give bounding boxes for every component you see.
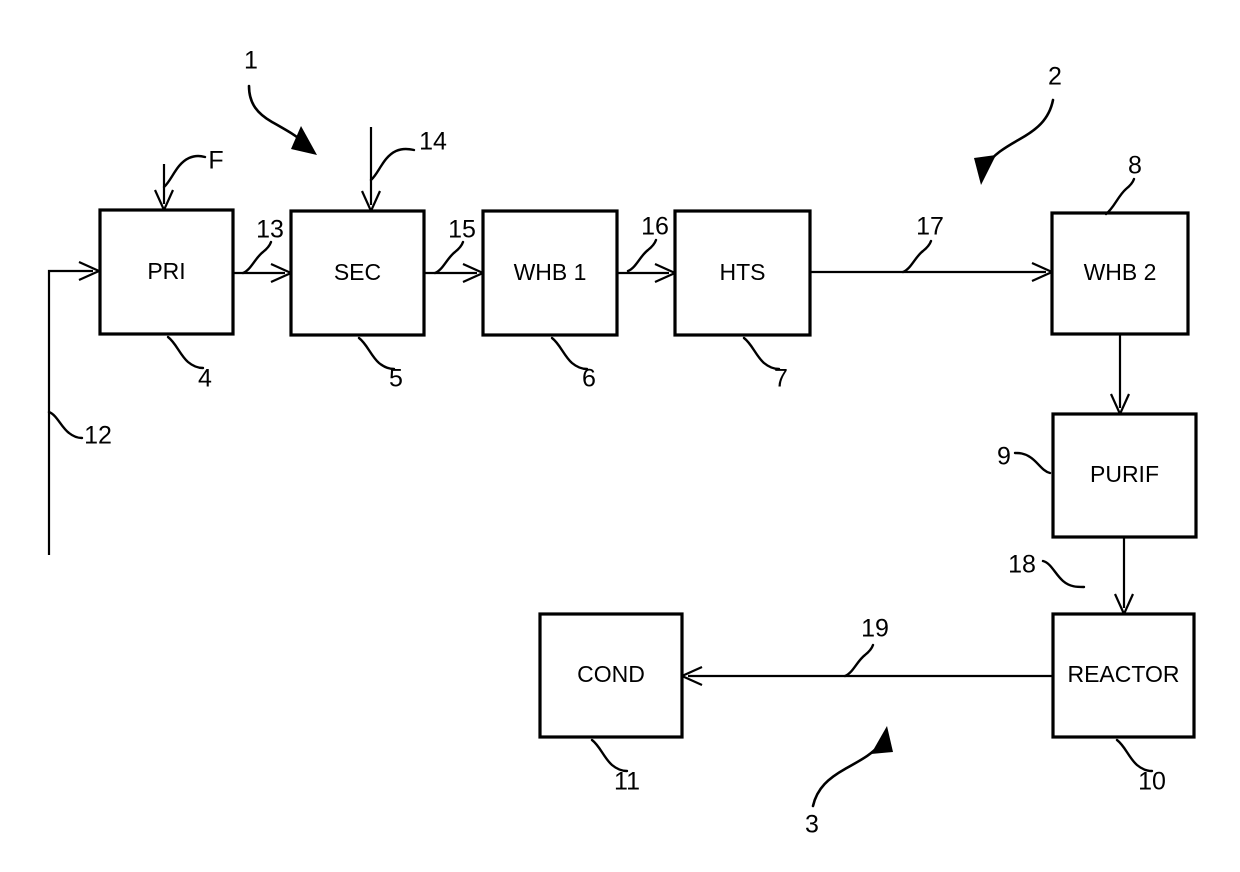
pointer-3-arrow — [811, 726, 893, 808]
stream-14-path — [360, 127, 382, 214]
stream-18-path — [1113, 537, 1135, 617]
stream-label-16: 16 — [641, 213, 669, 241]
leader-curve-10 — [1115, 738, 1154, 773]
unit-hts-label: HTS — [720, 259, 766, 285]
stream-label-15: 15 — [448, 216, 476, 244]
unit-cond[interactable]: COND — [538, 612, 684, 739]
stream-label-12: 12 — [84, 422, 112, 450]
stream-whb2-purif-path — [1109, 334, 1131, 417]
leader-curve-8 — [1104, 177, 1136, 216]
unit-purif-label: PURIF — [1090, 461, 1159, 487]
section-pointer-label-1: 1 — [244, 47, 258, 75]
pointer-2-arrow — [974, 98, 1055, 185]
section-pointer-label-2: 2 — [1048, 63, 1062, 91]
unit-ref-label-8: 8 — [1128, 152, 1142, 180]
leader-curve-19 — [843, 643, 875, 678]
stream-label-14: 14 — [419, 128, 447, 156]
unit-ref-label-6: 6 — [582, 365, 596, 393]
stream-label-13: 13 — [256, 216, 284, 244]
unit-sec-label: SEC — [334, 259, 381, 285]
stream-label-18: 18 — [1008, 551, 1036, 579]
unit-ref-label-7: 7 — [774, 365, 788, 393]
stream-13-path — [233, 262, 294, 284]
unit-purif[interactable]: PURIF — [1051, 412, 1198, 539]
stream-16-path — [617, 262, 678, 284]
section-pointer-label-3: 3 — [805, 811, 819, 839]
stream-label-17: 17 — [916, 213, 944, 241]
leader-curve-11 — [590, 738, 629, 773]
unit-sec[interactable]: SEC — [289, 209, 426, 337]
stream-label-19: 19 — [861, 615, 889, 643]
unit-ref-label-4: 4 — [198, 365, 212, 393]
unit-pri-label: PRI — [147, 258, 185, 284]
unit-ref-label-10: 10 — [1138, 768, 1166, 796]
leader-curve-14 — [369, 147, 416, 182]
unit-hts[interactable]: HTS — [673, 209, 812, 337]
unit-reactor[interactable]: REACTOR — [1051, 612, 1196, 739]
leader-curve-12 — [47, 410, 84, 440]
unit-pri[interactable]: PRI — [98, 208, 235, 336]
stream-15-path — [424, 262, 486, 284]
leader-curve-15 — [433, 240, 465, 275]
unit-whb1-label: WHB 1 — [514, 259, 587, 285]
leader-curve-17 — [901, 239, 933, 274]
stream-17-path — [810, 261, 1055, 283]
unit-ref-label-9: 9 — [997, 443, 1011, 471]
stream-19-path — [679, 665, 1053, 687]
unit-whb2-label: WHB 2 — [1084, 259, 1157, 285]
process-flow-diagram: PRI SEC WHB 1 HTS WHB 2 PURIF REACTOR CO… — [0, 0, 1240, 872]
unit-whb2[interactable]: WHB 2 — [1050, 211, 1190, 336]
unit-whb1[interactable]: WHB 1 — [481, 209, 619, 337]
leader-curve-9 — [1013, 451, 1052, 475]
pointer-1-arrow — [247, 84, 317, 155]
unit-cond-label: COND — [577, 661, 645, 687]
leader-curve-13 — [241, 240, 273, 275]
leader-curve-16 — [626, 238, 658, 273]
leader-curve-18 — [1041, 559, 1086, 589]
stream-12-path — [47, 260, 102, 555]
leader-curve-f — [162, 154, 207, 189]
stream-label-f: F — [208, 147, 223, 175]
flow-diagram-canvas: PRI SEC WHB 1 HTS WHB 2 PURIF REACTOR CO… — [47, 47, 1198, 839]
unit-reactor-label: REACTOR — [1067, 661, 1179, 687]
unit-ref-label-5: 5 — [389, 365, 403, 393]
leader-curve-4 — [166, 335, 205, 370]
unit-ref-label-11: 11 — [614, 768, 640, 796]
